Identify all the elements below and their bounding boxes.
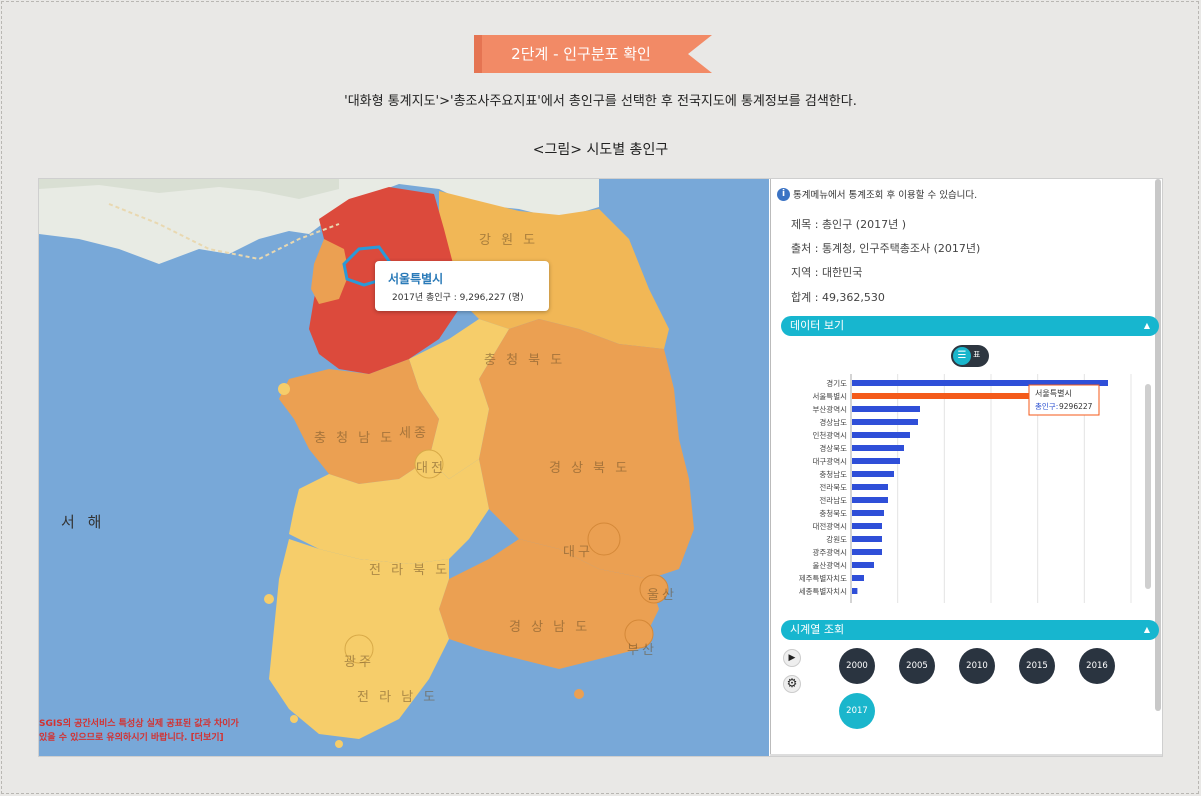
stats-side-panel: i 통계메뉴에서 통계조회 후 이용할 수 있습니다. 제목 : 총인구 (20… [770, 179, 1162, 756]
year-2000-button[interactable]: 2000 [839, 648, 875, 684]
category-label: 대구광역시 [813, 456, 848, 466]
map-tooltip: 서울특별시 2017년 총인구 : 9,296,227 (명) [375, 261, 549, 311]
label-ulsan: 울산 [647, 588, 677, 603]
category-label: 충청남도 [819, 470, 847, 479]
label-gangwon: 강 원 도 [479, 233, 539, 248]
category-label: 충청북도 [819, 509, 847, 518]
label-jeonbuk: 전 라 북 도 [369, 563, 451, 578]
category-label: 전라북도 [819, 482, 847, 492]
toggle-table-label: 표 [973, 350, 981, 359]
year-2016-button[interactable]: 2016 [1079, 648, 1115, 684]
chart-tooltip-title: 서울특별시 [1035, 388, 1072, 398]
bar-1[interactable] [852, 393, 1038, 399]
collapse-up-icon[interactable]: ▲ [1144, 316, 1150, 336]
bar-2[interactable] [852, 406, 920, 412]
tooltip-detail: 2017년 총인구 : 9,296,227 (명) [392, 293, 524, 303]
label-busan: 부산 [627, 643, 657, 658]
list-icon: ☰ [953, 347, 971, 365]
instruction-text: '대화형 통계지도'>'총조사주요지표'에서 총인구를 선택한 후 전국지도에 … [344, 94, 857, 109]
category-label: 부산광역시 [813, 404, 848, 414]
bar-16[interactable] [852, 588, 858, 594]
bar-8[interactable] [852, 484, 888, 490]
tooltip-region: 서울특별시 [388, 272, 444, 286]
label-chungbuk: 충 청 북 도 [484, 353, 566, 368]
label-gyeongbuk: 경 상 북 도 [549, 461, 631, 476]
collapse-up-icon[interactable]: ▲ [1144, 620, 1150, 640]
info-icon: i [777, 187, 790, 201]
label-chungnam: 충 청 남 도 [314, 431, 396, 446]
category-label: 세종특별자치시 [799, 586, 847, 596]
notice-line-2: 있을 수 있으므로 유의하시기 바랍니다. [더보기] [39, 733, 224, 743]
data-view-section[interactable]: 데이터 보기 ▲ [781, 316, 1159, 336]
population-map[interactable]: 서 해 강 원 도 충 청 북 도 충 청 남 도 경 상 북 도 전 라 북 … [39, 179, 769, 756]
bar-3[interactable] [852, 419, 918, 425]
category-label: 대전광역시 [813, 521, 848, 531]
label-gwangju: 광주 [344, 655, 374, 670]
year-2015-button[interactable]: 2015 [1019, 648, 1055, 684]
chart-tooltip-value: 9296227 [1059, 402, 1093, 411]
bar-9[interactable] [852, 497, 888, 503]
step-label: 2단계 - 인구분포 확인 [511, 45, 651, 63]
sea-label: 서 해 [61, 513, 106, 531]
category-label: 경기도 [826, 378, 847, 388]
meta-title: 제목 : 총인구 (2017년 ) [791, 218, 906, 231]
bar-4[interactable] [852, 432, 910, 438]
gear-icon[interactable]: ⚙ [783, 675, 801, 693]
chart-tooltip: 서울특별시총인구: 9296227 [1028, 384, 1100, 416]
category-label: 울산광역시 [813, 560, 848, 570]
meta-total: 합계 : 49,362,530 [791, 291, 885, 304]
notice-line-1: SGIS의 공간서비스 특성상 실제 공표된 값과 차이가 [39, 719, 239, 729]
label-jeonnam: 전 라 남 도 [357, 690, 439, 705]
chart-tooltip-label: 총인구: [1035, 401, 1058, 411]
meta-source: 출처 : 통계청, 인구주택총조사 (2017년) [791, 242, 981, 255]
timeline-title: 시계열 조회 [790, 623, 845, 636]
data-view-title: 데이터 보기 [790, 319, 845, 332]
bar-6[interactable] [852, 458, 900, 464]
bar-15[interactable] [852, 575, 864, 581]
year-2010-button[interactable]: 2010 [959, 648, 995, 684]
label-gyeongnam: 경 상 남 도 [509, 620, 591, 635]
map-notice[interactable]: SGIS의 공간서비스 특성상 실제 공표된 값과 차이가 있을 수 있으므로 … [39, 717, 239, 745]
app-screenshot: 서 해 강 원 도 충 청 북 도 충 청 남 도 경 상 북 도 전 라 북 … [38, 178, 1163, 757]
category-label: 경상북도 [819, 443, 847, 453]
play-icon[interactable]: ▶ [783, 649, 801, 667]
bar-11[interactable] [852, 523, 882, 529]
bottom-scrollbar[interactable] [770, 754, 1162, 756]
chart-table-toggle[interactable]: ☰ 표 [951, 345, 989, 367]
label-sejong: 세종 [399, 426, 429, 441]
step-banner: 2단계 - 인구분포 확인 [474, 35, 712, 73]
label-daegu: 대구 [563, 545, 593, 560]
bar-10[interactable] [852, 510, 884, 516]
figure-caption: <그림> 시도별 총인구 [532, 142, 669, 158]
timeline-section[interactable]: 시계열 조회 ▲ [781, 620, 1159, 640]
category-label: 서울특별시 [813, 391, 848, 401]
info-message: i 통계메뉴에서 통계조회 후 이용할 수 있습니다. [777, 187, 977, 201]
bar-5[interactable] [852, 445, 904, 451]
category-label: 강원도 [826, 534, 847, 544]
year-2017-button[interactable]: 2017 [839, 693, 875, 729]
bar-14[interactable] [852, 562, 874, 568]
population-bar-chart: 경기도서울특별시부산광역시경상남도인천광역시경상북도대구광역시충청남도전라북도전… [771, 374, 1162, 604]
year-2005-button[interactable]: 2005 [899, 648, 935, 684]
label-daejeon: 대전 [416, 461, 446, 476]
bar-chart-svg: 경기도서울특별시부산광역시경상남도인천광역시경상북도대구광역시충청남도전라북도전… [799, 374, 1132, 603]
meta-region: 지역 : 대한민국 [791, 266, 863, 279]
bar-13[interactable] [852, 549, 882, 555]
bar-12[interactable] [852, 536, 882, 542]
bar-7[interactable] [852, 471, 894, 477]
category-label: 전라남도 [819, 495, 847, 505]
chart-scrollbar[interactable] [1145, 384, 1151, 589]
category-label: 광주광역시 [813, 547, 848, 557]
category-label: 인천광역시 [813, 430, 848, 440]
category-label: 경상남도 [819, 417, 847, 427]
info-text: 통계메뉴에서 통계조회 후 이용할 수 있습니다. [793, 190, 978, 201]
category-label: 제주특별자치도 [799, 573, 847, 583]
